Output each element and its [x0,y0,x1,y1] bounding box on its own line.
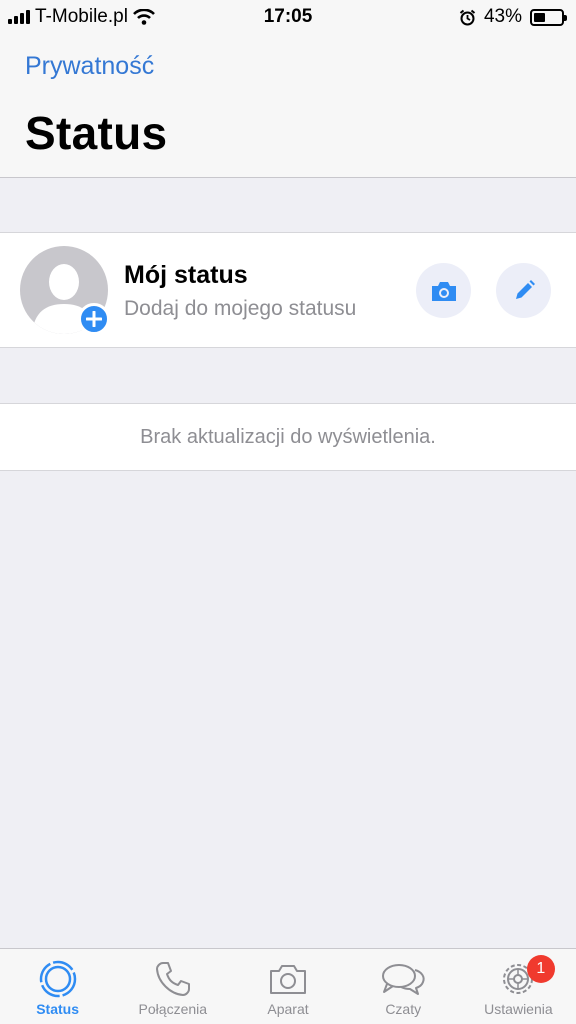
battery-icon [530,8,567,26]
my-status-subtitle: Dodaj do mojego statusu [124,297,357,320]
tab-settings-label: Ustawienia [484,1001,553,1017]
settings-notification-badge: 1 [526,955,555,983]
status-icon [39,960,76,998]
camera-icon [270,965,306,994]
tab-camera-label: Aparat [267,1001,309,1017]
no-updates-text: Brak aktualizacji do wyświetlenia. [140,425,436,448]
navigation-bar: Prywatność Status [0,34,576,178]
my-status-title: Mój status [124,261,248,289]
tab-status[interactable]: Status [0,949,115,1024]
tab-calls-label: Połączenia [138,1001,208,1017]
no-updates-message: Brak aktualizacji do wyświetlenia. [0,403,576,471]
privacy-link[interactable]: Prywatność [25,52,154,81]
my-status-row[interactable]: Mój status Dodaj do mojego statusu [0,232,576,348]
plus-icon [86,311,102,327]
edit-text-status-button[interactable] [496,263,551,318]
status-bar: T-Mobile.pl 17:05 43% [0,0,576,34]
pencil-icon [515,279,535,299]
tab-chats[interactable]: Czaty [346,949,461,1024]
add-status-badge[interactable] [78,303,110,335]
alarm-icon [459,9,476,25]
camera-button[interactable] [416,263,471,318]
phone-icon [155,962,190,996]
chat-bubbles-icon [382,964,425,995]
tab-chats-label: Czaty [385,1001,422,1017]
tab-bar: Status Połączenia Aparat Czaty 1 Ustawie… [0,948,576,1024]
tab-camera[interactable]: Aparat [230,949,345,1024]
page-title: Status [25,107,168,159]
camera-icon [431,281,456,301]
tab-settings[interactable]: 1 Ustawienia [461,949,576,1024]
battery-level [534,12,546,22]
battery-percent: 43% [483,6,522,27]
tab-calls[interactable]: Połączenia [115,949,230,1024]
tab-status-label: Status [36,1001,79,1017]
